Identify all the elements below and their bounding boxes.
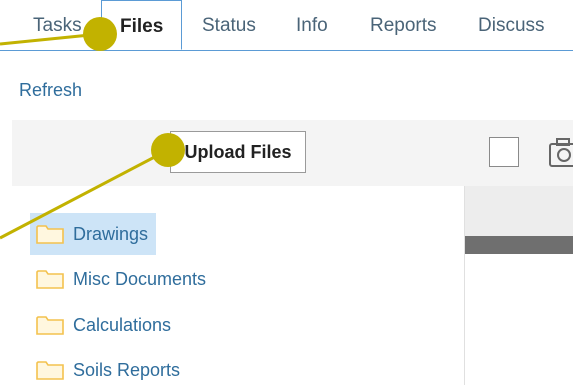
file-detail-panel [464, 186, 573, 385]
tab-status[interactable]: Status [202, 0, 256, 50]
tab-tasks[interactable]: Tasks [33, 0, 82, 50]
tab-discuss[interactable]: Discuss [478, 0, 545, 50]
folder-item-misc-documents[interactable]: Misc Documents [30, 258, 214, 300]
select-all-checkbox[interactable] [489, 137, 519, 167]
tab-reports[interactable]: Reports [370, 0, 437, 50]
folder-label: Soils Reports [73, 359, 181, 380]
tab-files[interactable]: Files [101, 0, 183, 50]
folder-item-calculations[interactable]: Calculations [30, 304, 179, 346]
folder-icon [36, 225, 64, 244]
tab-bar: Tasks Files Status Info Reports Discuss [0, 0, 573, 51]
folder-icon [36, 316, 64, 335]
folder-icon [36, 270, 64, 289]
tab-info[interactable]: Info [296, 0, 328, 50]
refresh-link[interactable]: Refresh [19, 80, 82, 101]
folder-icon [36, 361, 64, 380]
detail-header [465, 186, 573, 236]
detail-column-bar [465, 236, 573, 254]
camera-icon[interactable] [548, 136, 573, 170]
folder-label: Misc Documents [73, 268, 207, 289]
camera-icon-svg [549, 138, 573, 167]
folder-label: Drawings [73, 223, 149, 244]
folder-item-drawings[interactable]: Drawings [30, 213, 157, 255]
folder-label: Calculations [73, 314, 172, 335]
upload-files-button[interactable]: Upload Files [170, 131, 306, 173]
